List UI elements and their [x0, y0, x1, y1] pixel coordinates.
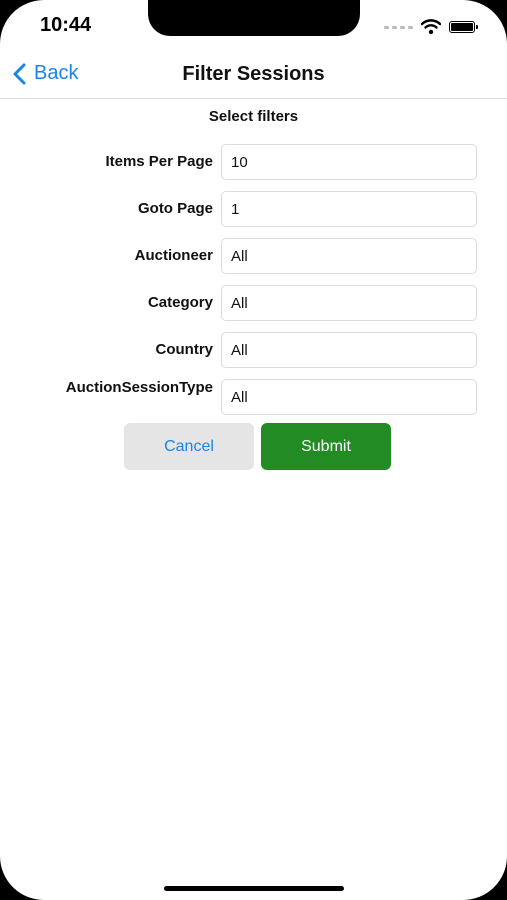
battery-icon — [449, 21, 478, 33]
auctioneer-label: Auctioneer — [134, 247, 213, 264]
wifi-icon — [421, 19, 441, 35]
country-row: Country — [0, 332, 507, 368]
section-title: Select filters — [208, 108, 299, 125]
submit-button[interactable]: Submit — [261, 423, 391, 470]
items-per-page-label: Items Per Page — [105, 153, 213, 170]
country-input[interactable] — [221, 332, 477, 368]
cancel-button[interactable]: Cancel — [124, 423, 254, 470]
goto-page-label: Goto Page — [137, 200, 213, 217]
auctioneer-row: Auctioneer — [0, 238, 507, 274]
cellular-signal-icon — [384, 25, 413, 29]
category-row: Category — [0, 285, 507, 321]
items-per-page-input[interactable] — [221, 144, 477, 180]
page-title: Filter Sessions — [182, 63, 325, 85]
auction-session-type-row: AuctionSessionType — [0, 379, 507, 415]
category-label: Category — [147, 294, 213, 311]
home-indicator[interactable] — [164, 886, 344, 891]
phone-screen: 10:44 Back Filter Sessions Select filter… — [0, 0, 507, 900]
device-notch — [148, 0, 360, 36]
status-icons — [384, 16, 478, 38]
auction-session-type-input[interactable] — [221, 379, 477, 415]
goto-page-row: Goto Page — [0, 191, 507, 227]
category-input[interactable] — [221, 285, 477, 321]
items-per-page-row: Items Per Page — [0, 144, 507, 180]
navigation-bar: Back Filter Sessions — [0, 52, 507, 99]
status-time: 10:44 — [40, 14, 92, 36]
country-label: Country — [155, 341, 214, 358]
auctioneer-input[interactable] — [221, 238, 477, 274]
goto-page-input[interactable] — [221, 191, 477, 227]
auction-session-type-label: AuctionSessionType — [65, 379, 213, 396]
